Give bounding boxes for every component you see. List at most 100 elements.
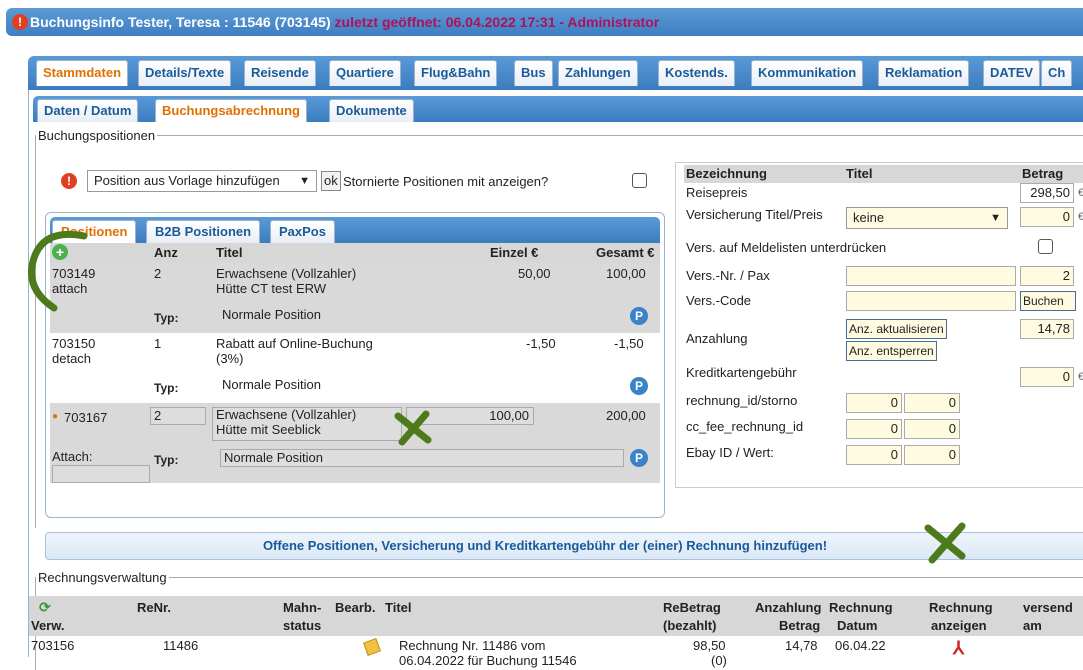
attach-input[interactable] (52, 465, 150, 483)
position-anz: 1 (154, 336, 162, 351)
invoice-row: 703156 11486 Rechnung Nr. 11486 vom 06.0… (29, 636, 1083, 668)
position-anz: 2 (154, 266, 162, 281)
position-gesamt: -1,50 (614, 336, 644, 351)
tab-flug-bahn[interactable]: Flug&Bahn (414, 60, 498, 86)
rechnung-storno-label: rechnung_id/storno (686, 393, 798, 408)
tab-reisende[interactable]: Reisende (244, 60, 316, 86)
position-einzel: -1,50 (526, 336, 556, 351)
tab-kommunikation[interactable]: Kommunikation (751, 60, 864, 86)
ccfee-value-input[interactable]: 0 (904, 419, 960, 439)
tab-datev[interactable]: DATEV (983, 60, 1041, 86)
position-gesamt: 200,00 (606, 408, 646, 423)
tab-ch[interactable]: Ch (1041, 60, 1073, 86)
invoice-anzahlung: 14,78 (785, 638, 818, 653)
storniert-checkbox[interactable] (632, 173, 647, 188)
dropdown-arrow-icon: ▼ (990, 212, 1001, 224)
col-versendet-1: versend (1023, 600, 1073, 615)
sub-tab-bar: Daten / Datum Buchungsabrechnung Dokumen… (33, 96, 1083, 122)
euro-unit: € (1078, 187, 1083, 199)
tab-kostends[interactable]: Kostends. (658, 60, 735, 86)
col-anzahlung-1: Anzahlung (755, 600, 822, 615)
pax-input[interactable]: 2 (1020, 266, 1074, 286)
versicherung-value-input[interactable]: 0 (1020, 207, 1074, 227)
verscode-input[interactable] (846, 291, 1016, 311)
position-typ: Normale Position (222, 307, 321, 322)
ccfee-id-input[interactable]: 0 (846, 419, 902, 439)
reisepreis-value: 298,50 (1020, 183, 1074, 203)
versicherung-select[interactable]: keine ▼ (846, 207, 1008, 229)
tab-stammdaten[interactable]: Stammdaten (36, 60, 129, 86)
typ-label: Typ: (154, 311, 179, 325)
attach-label: Attach: (52, 449, 93, 464)
position-einzel: 50,00 (518, 266, 551, 281)
tab-reklamation[interactable]: Reklamation (878, 60, 970, 86)
edit-icon[interactable] (363, 638, 381, 656)
col-rebetrag-1: ReBetrag (663, 600, 721, 615)
subtab-buchungsabrechnung[interactable]: Buchungsabrechnung (155, 99, 307, 122)
typ-select[interactable]: Normale Position (220, 449, 624, 467)
kreditkarte-label: Kreditkartengebühr (686, 365, 797, 380)
anz-entsperren-button[interactable]: Anz. entsperren (846, 341, 937, 361)
versicherung-select-value: keine (853, 210, 885, 225)
position-titel-2: Hütte mit Seeblick (216, 422, 321, 437)
template-select-value: Position aus Vorlage hinzufügen (94, 173, 280, 188)
p-icon[interactable]: P (630, 377, 648, 395)
template-select[interactable]: Position aus Vorlage hinzufügen ▼ (87, 170, 317, 192)
subtab-dokumente[interactable]: Dokumente (329, 99, 414, 122)
meldelisten-checkbox[interactable] (1038, 239, 1053, 254)
anzahlung-value[interactable]: 14,78 (1020, 319, 1074, 339)
p-icon[interactable]: P (630, 449, 648, 467)
subtab-daten-datum[interactable]: Daten / Datum (37, 99, 139, 122)
col-versendet-2: am (1023, 618, 1042, 633)
buchungspositionen-legend: Buchungspositionen (38, 128, 156, 143)
position-attach-link[interactable]: attach (52, 281, 87, 296)
tab-bus[interactable]: Bus (514, 60, 553, 86)
positions-tab-bar: Positionen B2B Positionen PaxPos (50, 217, 660, 243)
tab-positionen[interactable]: Positionen (52, 220, 137, 243)
einzel-input[interactable]: 100,00 (406, 407, 534, 425)
ebay-id-input[interactable]: 0 (846, 445, 902, 465)
invoice-rebetrag-paid: (0) (711, 653, 727, 668)
ok-button[interactable]: ok (321, 171, 341, 191)
position-row-editing: ● 703167 2 Erwachsene (Vollzahler) Hütte… (50, 403, 660, 483)
anz-input[interactable]: 2 (150, 407, 206, 425)
col-anz: Anz (154, 245, 178, 260)
position-id: 703150 (52, 336, 96, 351)
pdf-icon[interactable]: ⅄ (953, 638, 964, 659)
invoice-table-header: ⟳ Verw. ReNr. Mahn- status Bearb. Titel … (29, 596, 1083, 636)
typ-label: Typ: (154, 453, 179, 467)
col-rechnung-1: Rechnung (829, 600, 893, 615)
ccfee-label: cc_fee_rechnung_id (686, 419, 804, 434)
position-detach-link[interactable]: detach (52, 351, 91, 366)
add-to-invoice-button[interactable]: Offene Positionen, Versicherung und Kred… (45, 532, 1083, 560)
col-verw: Verw. (31, 618, 65, 633)
position-titel-2: Hütte CT test ERW (216, 281, 327, 296)
anz-aktualisieren-button[interactable]: Anz. aktualisieren (846, 319, 947, 339)
col-betrag: Betrag (1022, 166, 1064, 181)
ebay-wert-input[interactable]: 0 (904, 445, 960, 465)
refresh-icon[interactable]: ⟳ (39, 599, 51, 616)
kreditkarte-input[interactable]: 0 (1020, 367, 1074, 387)
position-row: 703149 attach 2 Erwachsene (Vollzahler) … (50, 263, 660, 333)
storniert-label: Stornierte Positionen mit anzeigen? (343, 174, 549, 189)
pricing-table: Bezeichnung Titel Betrag Reisepreis 298,… (675, 162, 1083, 488)
invoice-verw: 703156 (31, 638, 75, 653)
tab-quartiere[interactable]: Quartiere (329, 60, 401, 86)
p-icon[interactable]: P (630, 307, 648, 325)
position-titel-1: Rabatt auf Online-Buchung (216, 336, 373, 351)
versnr-input[interactable] (846, 266, 1016, 286)
tab-b2b-positionen[interactable]: B2B Positionen (146, 220, 261, 243)
position-titel-1: Erwachsene (Vollzahler) (216, 266, 357, 281)
rechnung-id-input[interactable]: 0 (846, 393, 902, 413)
add-circle-icon[interactable]: + (52, 244, 68, 260)
buchen-button[interactable]: Buchen (1020, 291, 1076, 311)
tab-paxpos[interactable]: PaxPos (270, 220, 335, 243)
tab-details-texte[interactable]: Details/Texte (138, 60, 232, 86)
col-einzel: Einzel € (490, 245, 539, 260)
storno-input[interactable]: 0 (904, 393, 960, 413)
anzahlung-label: Anzahlung (686, 331, 748, 346)
title-separator: - (555, 14, 568, 30)
col-titel: Titel (385, 600, 412, 615)
col-rechnung-2: Datum (837, 618, 878, 633)
tab-zahlungen[interactable]: Zahlungen (558, 60, 638, 86)
